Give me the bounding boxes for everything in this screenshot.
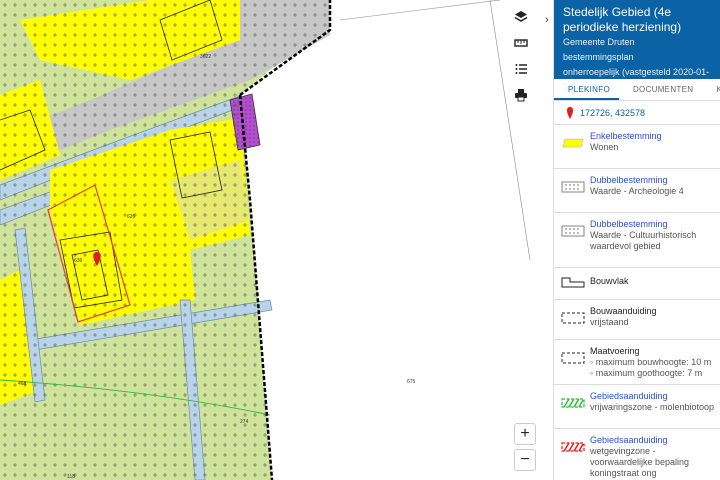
layers-icon (514, 11, 528, 22)
legend-button[interactable] (514, 62, 536, 84)
legend-item[interactable]: Bouwvlak (554, 268, 720, 300)
tab-kenmerken[interactable]: KENMERKEN (702, 79, 720, 100)
red-hatch-icon (561, 442, 585, 452)
legend-item[interactable]: Gebiedsaanduiding vrijwaringszone - molen… (554, 385, 720, 429)
house-number: 468 (18, 381, 27, 387)
info-panel: Stedelijk Gebied (4e periodieke herzieni… (553, 0, 720, 480)
zoom-out-button[interactable]: − (514, 449, 536, 471)
collapse-panel-icon[interactable]: › (541, 10, 553, 30)
tab-bar: PLEKINFO DOCUMENTEN KENMERKEN (554, 79, 720, 101)
location-pin-icon (567, 106, 573, 119)
coordinates: 172726, 432578 (580, 107, 646, 118)
plan-title: Stedelijk Gebied (4e periodieke herzieni… (563, 5, 682, 34)
legend-item[interactable]: Maatvoering ◦ maximum bouwhoogte: 10 m ◦ m… (554, 340, 720, 385)
legend-item[interactable]: Dubbelbestemming Waarde - Cultuurhistoris… (554, 213, 720, 268)
list-icon (515, 64, 527, 74)
panel-header: Stedelijk Gebied (4e periodieke herzieni… (554, 0, 720, 92)
tab-plekinfo[interactable]: PLEKINFO (554, 79, 619, 100)
house-number: 3622 (200, 54, 211, 60)
zoom-in-button[interactable]: + (514, 423, 536, 445)
legend-item[interactable]: Dubbelbestemming Waarde - Archeologie 4 (554, 169, 720, 213)
plan-map[interactable]: 3622 626 636 675 468 274 118 (0, 0, 553, 480)
legend-item[interactable]: Gebiedsaanduiding wetgevingzone - voorwaa… (554, 429, 720, 479)
layers-button[interactable] (514, 10, 536, 32)
bouwvlak-icon (561, 277, 585, 288)
municipality: Gemeente Druten (563, 37, 635, 47)
print-button[interactable] (514, 88, 536, 110)
tab-documenten[interactable]: DOCUMENTEN (619, 79, 702, 100)
dashed-box-icon (561, 312, 585, 324)
enkel-wonen-icon (562, 138, 584, 148)
dubbel-dots-icon (561, 181, 585, 193)
house-number: 274 (240, 419, 249, 425)
house-number: 118 (67, 474, 75, 480)
print-icon (515, 89, 527, 102)
plan-type: bestemmingsplan (563, 52, 634, 62)
coordinates-row: 172726, 432578 (554, 101, 720, 125)
house-number: 636 (74, 258, 83, 264)
dashed-box-icon (561, 352, 585, 364)
measure-button[interactable] (514, 36, 536, 58)
map-viewer[interactable]: 3622 626 636 675 468 274 118 + − › (0, 0, 553, 480)
green-hatch-icon (561, 398, 585, 408)
house-number: 626 (127, 214, 136, 220)
legend-item[interactable]: Bouwaanduiding vrijstaand (554, 300, 720, 340)
legend-item[interactable]: Enkelbestemming Wonen (554, 125, 720, 169)
ruler-icon (514, 39, 528, 47)
dubbel-dots-icon (561, 225, 585, 237)
house-number: 675 (407, 379, 416, 385)
